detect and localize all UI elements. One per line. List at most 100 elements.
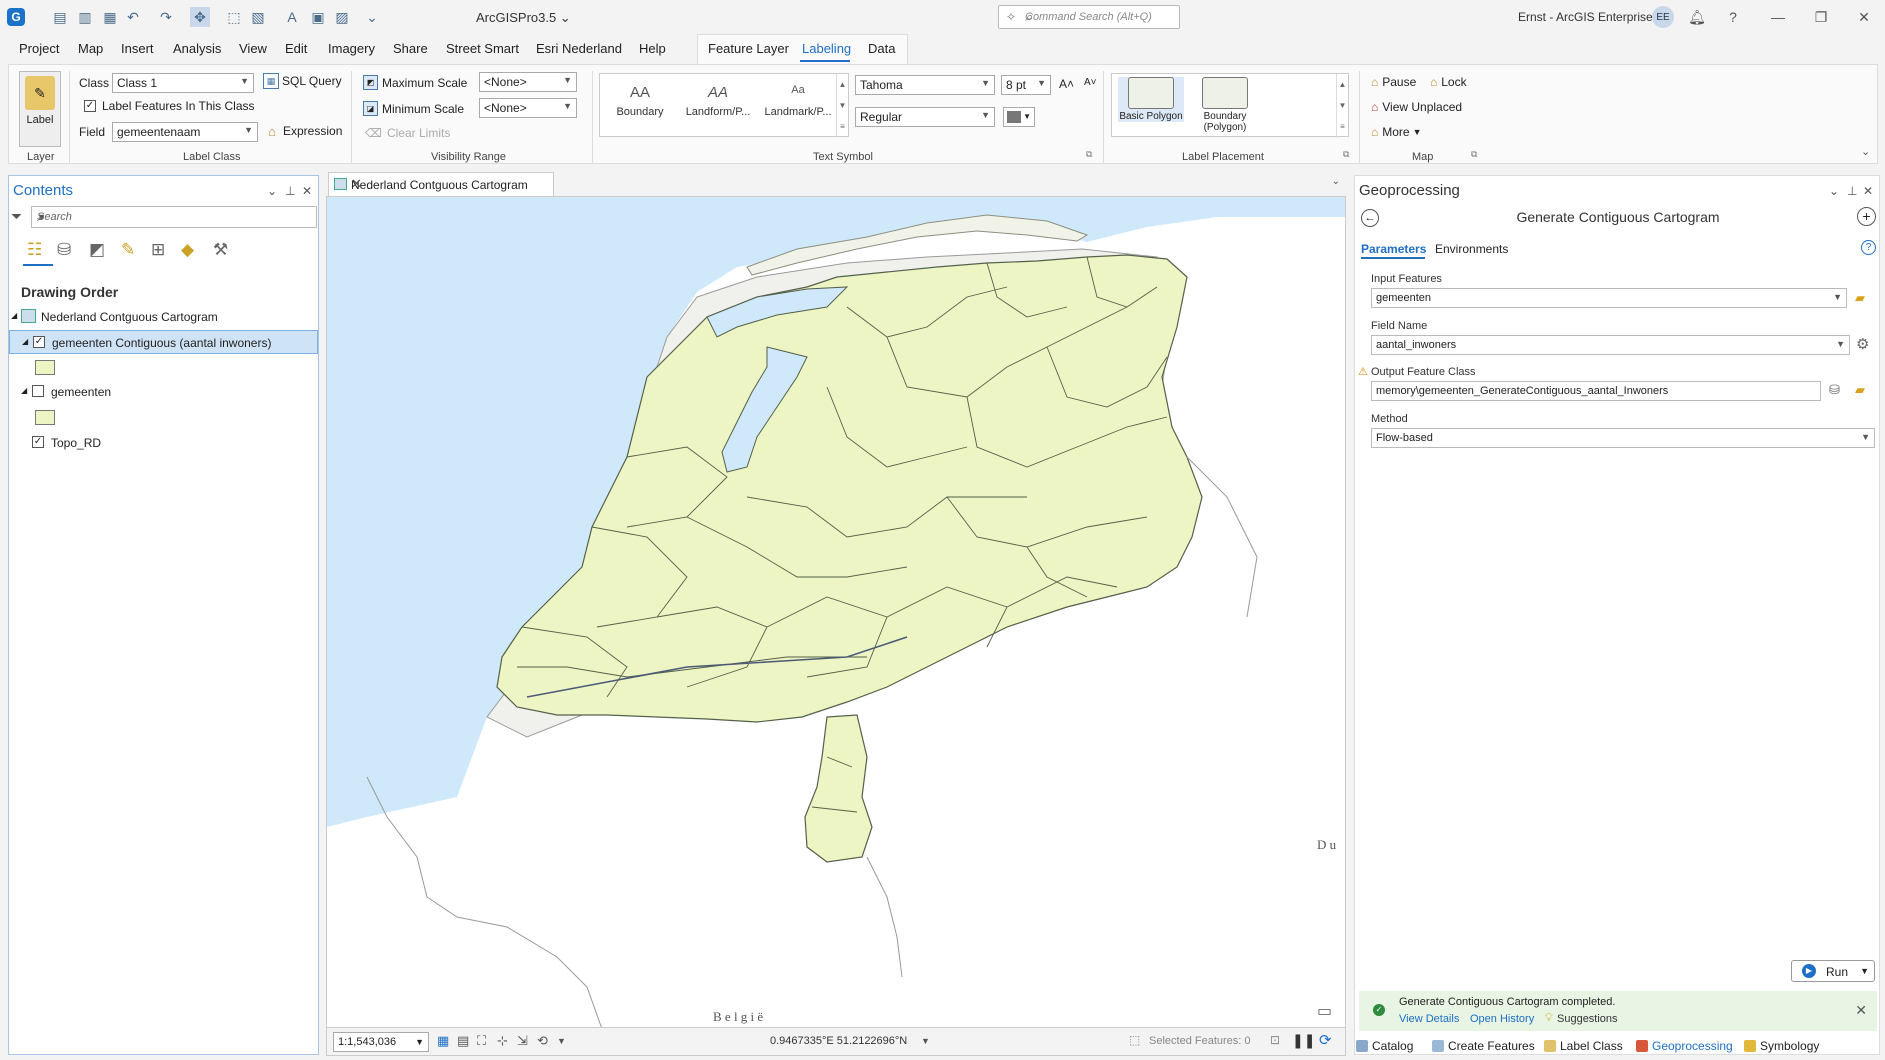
- undo-icon[interactable]: ↶: [123, 7, 143, 27]
- dialog-launcher-icon[interactable]: ⧉: [1471, 149, 1477, 160]
- tab-data[interactable]: Data: [868, 41, 895, 56]
- chevron-down-icon[interactable]: ▼: [557, 1036, 566, 1046]
- layer-symbol-swatch[interactable]: [35, 410, 55, 425]
- expand-caret-icon[interactable]: ◢: [22, 337, 28, 346]
- tab-symbology[interactable]: Symbology: [1744, 1039, 1819, 1053]
- snap-icon[interactable]: ⊹: [497, 1033, 508, 1049]
- map-tips-icon[interactable]: ▭: [1317, 1001, 1332, 1021]
- browse-folder-icon[interactable]: ▰: [1855, 382, 1865, 398]
- tab-parameters[interactable]: Parameters: [1361, 242, 1426, 256]
- view-unplaced-button[interactable]: ⌂ View Unplaced: [1371, 100, 1462, 114]
- open-history-link[interactable]: Open History: [1470, 1013, 1534, 1025]
- layer-visibility-checkbox[interactable]: ✓: [33, 336, 45, 348]
- layout-icon[interactable]: ▣: [308, 7, 328, 27]
- notifications-bell-icon[interactable]: 🔔︎: [1686, 7, 1708, 27]
- table-icon[interactable]: ▨: [332, 7, 352, 27]
- pause-drawing-icon[interactable]: ❚❚: [1292, 1032, 1315, 1049]
- dialog-launcher-icon[interactable]: ⧉: [1086, 149, 1092, 160]
- font-style-dropdown[interactable]: Regular ▼: [855, 107, 995, 127]
- symbol-landform[interactable]: AA Landform/P...: [682, 84, 754, 118]
- layer-visibility-checkbox[interactable]: ✓: [32, 436, 44, 448]
- checkbox-checked[interactable]: ✓: [84, 100, 96, 112]
- explore-tool-icon[interactable]: ✥: [190, 7, 210, 27]
- drawing-order-icon[interactable]: ☷: [27, 240, 42, 260]
- customize-icon[interactable]: ⌄: [362, 7, 382, 27]
- tab-create-features[interactable]: Create Features: [1432, 1039, 1535, 1053]
- boundary-polygon-button[interactable]: Boundary (Polygon): [1192, 77, 1258, 133]
- label-placement-gallery[interactable]: Basic Polygon Boundary (Polygon) ▲ ▼ ≡: [1111, 73, 1349, 138]
- tab-list-chevron-down-icon[interactable]: ⌄: [1332, 176, 1340, 187]
- tab-map[interactable]: Map: [78, 41, 103, 56]
- expand-caret-icon[interactable]: ◢: [21, 386, 27, 395]
- help-icon[interactable]: ?: [1861, 240, 1876, 255]
- add-icon[interactable]: +: [1857, 207, 1876, 226]
- labeling-icon[interactable]: ◆: [181, 240, 194, 260]
- redo-icon[interactable]: ↷: [156, 7, 176, 27]
- symbol-boundary[interactable]: AA Boundary: [608, 84, 672, 118]
- tab-feature-layer[interactable]: Feature Layer: [708, 41, 789, 56]
- field-name-dropdown[interactable]: aantal_inwoners ▼: [1371, 335, 1850, 355]
- sql-query-button[interactable]: ▦ SQL Query: [263, 73, 342, 89]
- tab-insert[interactable]: Insert: [121, 41, 154, 56]
- method-dropdown[interactable]: Flow-based ▼: [1371, 428, 1875, 448]
- layer-item-gemeenten-contiguous[interactable]: ◢ ✓ gemeenten Contiguous (aantal inwoner…: [9, 330, 318, 354]
- restore-icon[interactable]: ❐: [1810, 7, 1832, 27]
- suggestions-link[interactable]: Suggestions: [1557, 1013, 1618, 1025]
- user-label[interactable]: Ernst - ArcGIS Enterprise: [1518, 10, 1653, 24]
- layer-item-gemeenten[interactable]: ◢ gemeenten: [9, 380, 318, 404]
- command-search-input[interactable]: ✧ Command Search (Alt+Q) ⌕: [998, 5, 1180, 29]
- close-icon[interactable]: ✕: [351, 176, 547, 192]
- gallery-scroll[interactable]: ▲ ▼ ≡: [836, 74, 848, 138]
- grow-font-icon[interactable]: A˄: [1059, 77, 1074, 91]
- close-icon[interactable]: ✕: [1863, 184, 1873, 198]
- gear-icon[interactable]: ⚙: [1856, 335, 1869, 353]
- pane-options-icon[interactable]: ⌄: [267, 184, 277, 198]
- layer-visibility-checkbox[interactable]: [32, 385, 44, 397]
- clear-limits-button[interactable]: ⌫ Clear Limits: [365, 126, 450, 140]
- pin-icon[interactable]: ⊥: [285, 184, 295, 198]
- label-features-checkbox[interactable]: ✓ Label Features In This Class: [84, 99, 255, 113]
- data-source-icon[interactable]: ⛁: [57, 240, 71, 260]
- class-dropdown[interactable]: Class 1 ▼: [112, 73, 254, 93]
- tab-label-class[interactable]: Label Class: [1544, 1039, 1623, 1053]
- help-icon[interactable]: ?: [1722, 7, 1744, 27]
- output-feature-class-input[interactable]: memory\gemeenten_GenerateContiguous_aant…: [1371, 381, 1821, 401]
- perspective-imagery-icon[interactable]: ⚒: [213, 240, 228, 260]
- tab-project[interactable]: Project: [19, 41, 59, 56]
- pause-button[interactable]: ⌂ Pause: [1371, 75, 1416, 89]
- grid-icon[interactable]: ▦: [437, 1033, 449, 1049]
- symbol-landmark[interactable]: Aa Landmark/P...: [760, 84, 836, 118]
- new-project-icon[interactable]: ▤: [50, 7, 70, 27]
- app-title[interactable]: ArcGISPro3.5 ⌄: [476, 10, 571, 26]
- tab-catalog[interactable]: Catalog: [1356, 1039, 1413, 1053]
- refresh-selection-icon[interactable]: ⊡: [1270, 1033, 1280, 1047]
- more-button[interactable]: ⌂ More ▼: [1371, 125, 1422, 139]
- editing-icon[interactable]: ✎: [121, 240, 135, 260]
- filter-icon[interactable]: ⏷: [11, 208, 22, 225]
- font-color-picker[interactable]: ▼: [1003, 107, 1035, 127]
- tab-analysis[interactable]: Analysis: [173, 41, 221, 56]
- tab-street-smart[interactable]: Street Smart: [446, 41, 519, 56]
- basic-polygon-button[interactable]: Basic Polygon: [1118, 77, 1184, 122]
- tab-labeling[interactable]: Labeling: [802, 41, 851, 56]
- minimize-icon[interactable]: —: [1767, 7, 1789, 27]
- nav-icon[interactable]: ⇲: [517, 1033, 528, 1049]
- run-button[interactable]: ▶ Run ▼: [1791, 960, 1875, 982]
- tab-view[interactable]: View: [239, 41, 267, 56]
- tab-help[interactable]: Help: [639, 41, 666, 56]
- selection-icon[interactable]: ◩: [89, 240, 105, 260]
- tab-share[interactable]: Share: [393, 41, 428, 56]
- avatar[interactable]: EE: [1652, 6, 1674, 28]
- close-window-icon[interactable]: ✕: [1853, 7, 1875, 27]
- pin-icon[interactable]: ⊥: [1847, 184, 1857, 198]
- maximum-scale-dropdown[interactable]: <None> ▼: [479, 72, 577, 92]
- close-icon[interactable]: ✕: [1855, 1002, 1867, 1019]
- label-toggle-button[interactable]: ✎ Label: [19, 71, 61, 147]
- scale-dropdown[interactable]: 1:1,543,036 ▼: [333, 1032, 429, 1052]
- dialog-launcher-icon[interactable]: ⧉: [1343, 149, 1349, 160]
- shrink-font-icon[interactable]: A˅: [1084, 77, 1097, 88]
- layer-symbol-swatch[interactable]: [35, 360, 55, 375]
- view-details-link[interactable]: View Details: [1399, 1013, 1459, 1025]
- contents-search-input[interactable]: Search ⌕ ▼: [31, 206, 317, 228]
- expression-button[interactable]: ⌂ Expression: [264, 123, 342, 139]
